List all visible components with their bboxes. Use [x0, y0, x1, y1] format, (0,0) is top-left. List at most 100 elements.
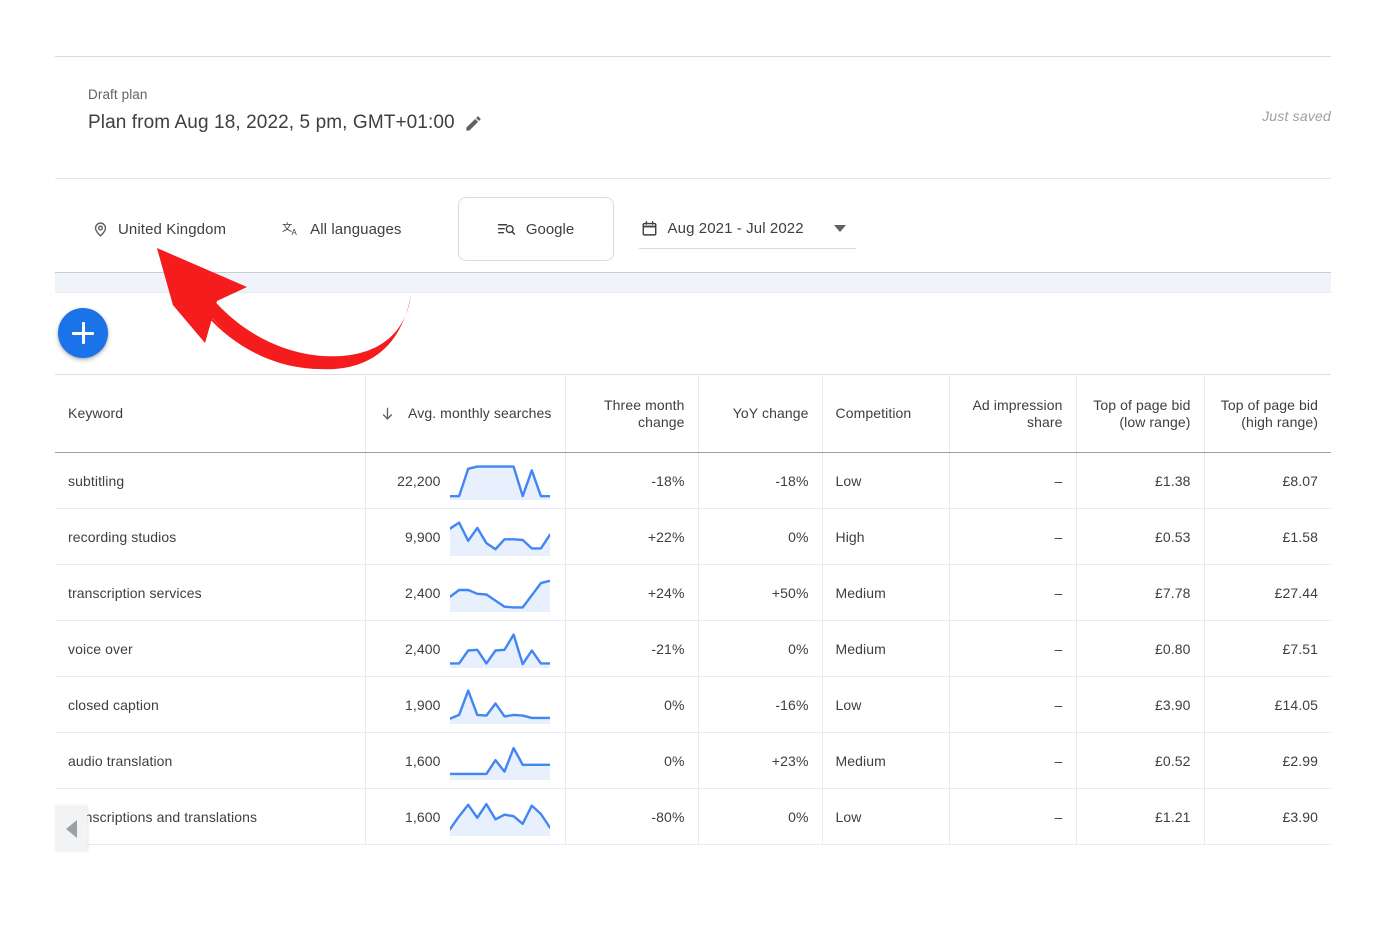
avg-monthly-searches-value: 2,400	[404, 640, 441, 657]
sparkline-chart	[449, 632, 550, 668]
cell-keyword: subtitling	[55, 452, 366, 509]
network-filter-label: Google	[525, 220, 575, 238]
cell-keyword: audio translation	[55, 732, 366, 789]
table-row[interactable]: audio translation 1,600 0% +23% Medium – £0.52…	[55, 732, 1331, 789]
calendar-icon	[641, 220, 658, 237]
pencil-icon[interactable]	[464, 114, 483, 133]
avg-monthly-searches-value: 1,900	[404, 696, 441, 713]
cell-ad-impression-share: –	[949, 452, 1077, 509]
cell-ad-impression-share: –	[949, 564, 1077, 621]
location-filter[interactable]: United Kingdom	[88, 210, 240, 248]
sparkline-chart	[449, 579, 550, 612]
toolbar-band	[55, 273, 1331, 292]
date-range-filter[interactable]: Aug 2021 - Jul 2022	[638, 209, 856, 249]
cell-competition: Medium	[822, 564, 950, 621]
cell-top-of-page-bid-high: £7.51	[1204, 620, 1331, 677]
cell-keyword: voice over	[55, 620, 366, 677]
cell-yoy-change: -18%	[698, 452, 823, 509]
cell-avg-monthly-searches: 1,900	[365, 676, 566, 733]
table-row[interactable]: transcriptions and translations 1,600 -80%…	[55, 788, 1331, 845]
sparkline-chart	[449, 520, 550, 556]
cell-avg-monthly-searches: 1,600	[365, 788, 566, 845]
language-filter-label: All languages	[310, 220, 402, 238]
cell-three-month-change: -18%	[565, 452, 699, 509]
filter-toolbar: United Kingdom 文 A All languages Google	[88, 197, 856, 261]
table-row[interactable]: transcription services 2,400 +24% +50% Mediu…	[55, 564, 1331, 621]
column-header-competition[interactable]: Competition	[822, 375, 950, 453]
sparkline-chart	[449, 802, 550, 836]
column-header-avg-monthly-searches[interactable]: Avg. monthly searches	[365, 375, 566, 453]
table-body: subtitling 22,200 -18% -18% Low – £1.38 £8.07 re…	[55, 452, 1331, 845]
annotation-arrow	[143, 243, 418, 383]
column-header-top-of-page-bid-low[interactable]: Top of page bid (low range)	[1076, 375, 1205, 453]
cell-avg-monthly-searches: 2,400	[365, 564, 566, 621]
top-divider	[55, 56, 1331, 57]
header-divider	[55, 178, 1331, 179]
cell-top-of-page-bid-low: £7.78	[1076, 564, 1205, 621]
table-row[interactable]: voice over 2,400 -21% 0% Medium – £0.80 £7.51	[55, 620, 1331, 677]
save-status: Just saved	[1262, 108, 1331, 124]
table-row[interactable]: recording studios 9,900 +22% 0% High – £0.53 £1…	[55, 508, 1331, 565]
cell-top-of-page-bid-low: £3.90	[1076, 676, 1205, 733]
band-divider	[55, 292, 1331, 293]
cell-yoy-change: +23%	[698, 732, 823, 789]
cell-ad-impression-share: –	[949, 788, 1077, 845]
plan-header: Draft plan Plan from Aug 18, 2022, 5 pm,…	[88, 86, 1331, 136]
column-header-yoy-change[interactable]: YoY change	[698, 375, 823, 453]
keyword-table: Keyword Avg. monthly searches Three mont…	[55, 375, 1331, 845]
avg-monthly-searches-value: 1,600	[404, 752, 441, 769]
cell-yoy-change: 0%	[698, 788, 823, 845]
cell-yoy-change: 0%	[698, 620, 823, 677]
scroll-left-button[interactable]	[55, 806, 87, 851]
draft-plan-label: Draft plan	[88, 87, 148, 102]
avg-monthly-searches-value: 22,200	[397, 472, 441, 489]
network-filter[interactable]: Google	[457, 197, 614, 261]
cell-ad-impression-share: –	[949, 676, 1077, 733]
cell-three-month-change: +24%	[565, 564, 699, 621]
cell-top-of-page-bid-low: £0.53	[1076, 508, 1205, 565]
cell-keyword: transcription services	[55, 564, 366, 621]
cell-top-of-page-bid-high: £1.58	[1204, 508, 1331, 565]
sparkline-chart	[449, 746, 550, 780]
add-keywords-button[interactable]: +	[58, 308, 108, 358]
table-row[interactable]: subtitling 22,200 -18% -18% Low – £1.38 £8.07	[55, 452, 1331, 509]
cell-ad-impression-share: –	[949, 508, 1077, 565]
avg-monthly-searches-value: 2,400	[404, 584, 441, 601]
location-filter-label: United Kingdom	[118, 220, 227, 238]
cell-avg-monthly-searches: 22,200	[365, 452, 566, 509]
cell-three-month-change: 0%	[565, 732, 699, 789]
column-header-keyword[interactable]: Keyword	[55, 375, 366, 453]
keyword-planner-page: Draft plan Plan from Aug 18, 2022, 5 pm,…	[0, 0, 1379, 939]
cell-three-month-change: -80%	[565, 788, 699, 845]
cell-competition: High	[822, 508, 950, 565]
column-header-three-month-change[interactable]: Three month change	[565, 375, 699, 453]
cell-three-month-change: +22%	[565, 508, 699, 565]
date-range-label: Aug 2021 - Jul 2022	[667, 220, 804, 237]
cell-keyword: transcriptions and translations	[55, 788, 366, 845]
search-list-icon	[497, 220, 516, 239]
cell-three-month-change: -21%	[565, 620, 699, 677]
cell-top-of-page-bid-high: £14.05	[1204, 676, 1331, 733]
cell-competition: Low	[822, 676, 950, 733]
cell-yoy-change: 0%	[698, 508, 823, 565]
arrow-down-icon[interactable]	[379, 405, 396, 422]
cell-yoy-change: -16%	[698, 676, 823, 733]
cell-top-of-page-bid-low: £1.38	[1076, 452, 1205, 509]
column-header-ad-impression-share[interactable]: Ad impression share	[949, 375, 1077, 453]
cell-avg-monthly-searches: 9,900	[365, 508, 566, 565]
page-title: Plan from Aug 18, 2022, 5 pm, GMT+01:00	[88, 112, 455, 133]
cell-top-of-page-bid-low: £0.80	[1076, 620, 1205, 677]
chevron-down-icon[interactable]	[833, 225, 846, 232]
column-header-top-of-page-bid-high[interactable]: Top of page bid (high range)	[1204, 375, 1331, 453]
column-header-avg-monthly-searches-label: Avg. monthly searches	[408, 405, 552, 421]
cell-competition: Medium	[822, 620, 950, 677]
triangle-left-icon	[65, 819, 77, 838]
cell-ad-impression-share: –	[949, 732, 1077, 789]
translate-icon: 文 A	[282, 220, 301, 239]
cell-keyword: recording studios	[55, 508, 366, 565]
cell-top-of-page-bid-high: £8.07	[1204, 452, 1331, 509]
keyword-table-container: Keyword Avg. monthly searches Three mont…	[55, 374, 1331, 845]
language-filter[interactable]: 文 A All languages	[278, 210, 415, 248]
sparkline-chart	[449, 464, 550, 500]
table-row[interactable]: closed caption 1,900 0% -16% Low – £3.90 £14.05	[55, 676, 1331, 733]
